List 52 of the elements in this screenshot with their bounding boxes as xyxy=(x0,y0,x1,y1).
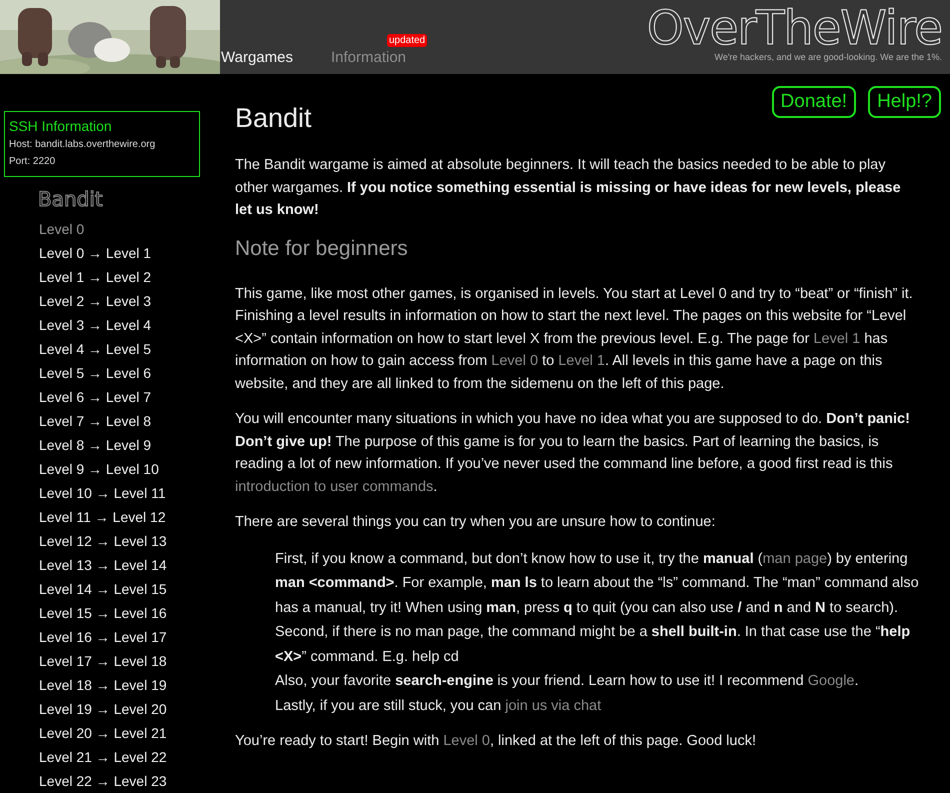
level-link[interactable]: Level 7 → Level 8 xyxy=(39,409,200,433)
paragraph: Lastly, if you are still stuck, you can join us via chat xyxy=(275,696,602,716)
level-link[interactable]: Level 17 → Level 18 xyxy=(39,649,200,673)
updated-badge: updated xyxy=(386,34,428,47)
paragraph: There are several things you can try when you are unsure how to continue: xyxy=(235,513,716,532)
sidebar-title: Bandit xyxy=(38,187,104,211)
level-link[interactable]: Level 21 → Level 22 xyxy=(39,745,200,769)
text-link[interactable]: Level 0 xyxy=(491,353,538,369)
level-link[interactable]: Level 0 xyxy=(39,217,200,241)
level-link[interactable]: Level 12 → Level 13 xyxy=(39,529,200,553)
level-link[interactable]: Level 8 → Level 9 xyxy=(39,433,200,457)
level-link[interactable]: Level 6 → Level 7 xyxy=(39,385,200,409)
level-link[interactable]: Level 0 → Level 1 xyxy=(39,241,200,265)
level-link[interactable]: Level 14 → Level 15 xyxy=(39,577,200,601)
text-link[interactable]: join us via chat xyxy=(505,698,602,714)
paragraph: You’re ready to start! Begin with Level 0, linked at the left of this page. Good luck! xyxy=(235,732,757,751)
ssh-detail: Host: bandit.labs.overthewire.org xyxy=(9,138,156,152)
donate-button[interactable]: Donate! xyxy=(772,86,856,118)
level-link[interactable]: Level 20 → Level 21 xyxy=(39,721,200,745)
level-link[interactable]: Level 11 → Level 12 xyxy=(39,505,200,529)
paragraph: The Bandit wargame is aimed at absolute beginners. It will teach the basics needed to be able to play other wargames. If you notice something essential is missing or have ideas for new levels, please let us know! xyxy=(235,156,902,220)
nav-link[interactable]: Information xyxy=(330,49,406,66)
paragraph: Also, your favorite search-engine is your friend. Learn how to use it! I recommend Google. xyxy=(275,672,860,691)
level-link[interactable]: Level 10 → Level 11 xyxy=(39,481,200,505)
text-link[interactable]: man page xyxy=(762,550,828,566)
text-link[interactable]: Google xyxy=(808,673,854,689)
paragraph: You will encounter many situations in which you have no idea what you are supposed to do. Don’t panic! Don’t give up! The purpose of this game is for you to learn the basics. Part of learning the basics, is reading a lot of new information. If you’ve never used the command line before, a good first read is this introduction to user commands. xyxy=(235,410,911,496)
ssh-title: SSH Information xyxy=(9,117,113,136)
text-link[interactable]: Level 1 xyxy=(558,353,605,369)
level-link[interactable]: Level 1 → Level 2 xyxy=(39,265,200,289)
level-link[interactable]: Level 3 → Level 4 xyxy=(39,313,200,337)
logo[interactable]: OverTheWire xyxy=(646,4,942,54)
text-link[interactable]: Level 0 xyxy=(443,733,490,749)
section-heading: Note for beginners xyxy=(235,236,409,262)
paragraph: This game, like most other games, is organised in levels. You start at Level 0 and try to “beat” or “finish” it. Finishing a level results in information on how to start the next level. The pages on this website for “Level <X>” contain information on how to start level X from the previous level. E.g. The page for Level 1 has information on how to gain access from Level 0 to Level 1. All levels in this game have a page on this website, and they are all linked to from the sidemenu on the left of this page. xyxy=(235,284,914,394)
level-link[interactable]: Level 16 → Level 17 xyxy=(39,625,200,649)
level-link[interactable]: Level 15 → Level 16 xyxy=(39,601,200,625)
level-link[interactable]: Level 18 → Level 19 xyxy=(39,673,200,697)
level-link[interactable]: Level 22 → Level 23 xyxy=(39,769,200,793)
nav-link[interactable]: Wargames xyxy=(221,49,293,66)
tagline: We're hackers, and we are good-looking. We are the 1%. xyxy=(714,52,942,62)
level-link[interactable]: Level 5 → Level 6 xyxy=(39,361,200,385)
level-link[interactable]: Level 19 → Level 20 xyxy=(39,697,200,721)
level-link[interactable]: Level 9 → Level 10 xyxy=(39,457,200,481)
ssh-detail: Port: 2220 xyxy=(9,155,56,169)
help-button[interactable]: Help!? xyxy=(868,86,941,118)
text-link[interactable]: introduction to user commands xyxy=(235,478,434,494)
level-link[interactable]: Level 2 → Level 3 xyxy=(39,289,200,313)
level-link[interactable]: Level 4 → Level 5 xyxy=(39,337,200,361)
level-link[interactable]: Level 13 → Level 14 xyxy=(39,553,200,577)
paragraph: First, if you know a command, but don’t know how to use it, try the manual (man page) by entering man <command>. For example, man ls to learn about the “ls” command. The “man” command also has a manual, try it! When using man, press q to quit (you can also use / and n and N to search). xyxy=(275,550,920,618)
text-link[interactable]: Level 1 xyxy=(813,330,860,346)
